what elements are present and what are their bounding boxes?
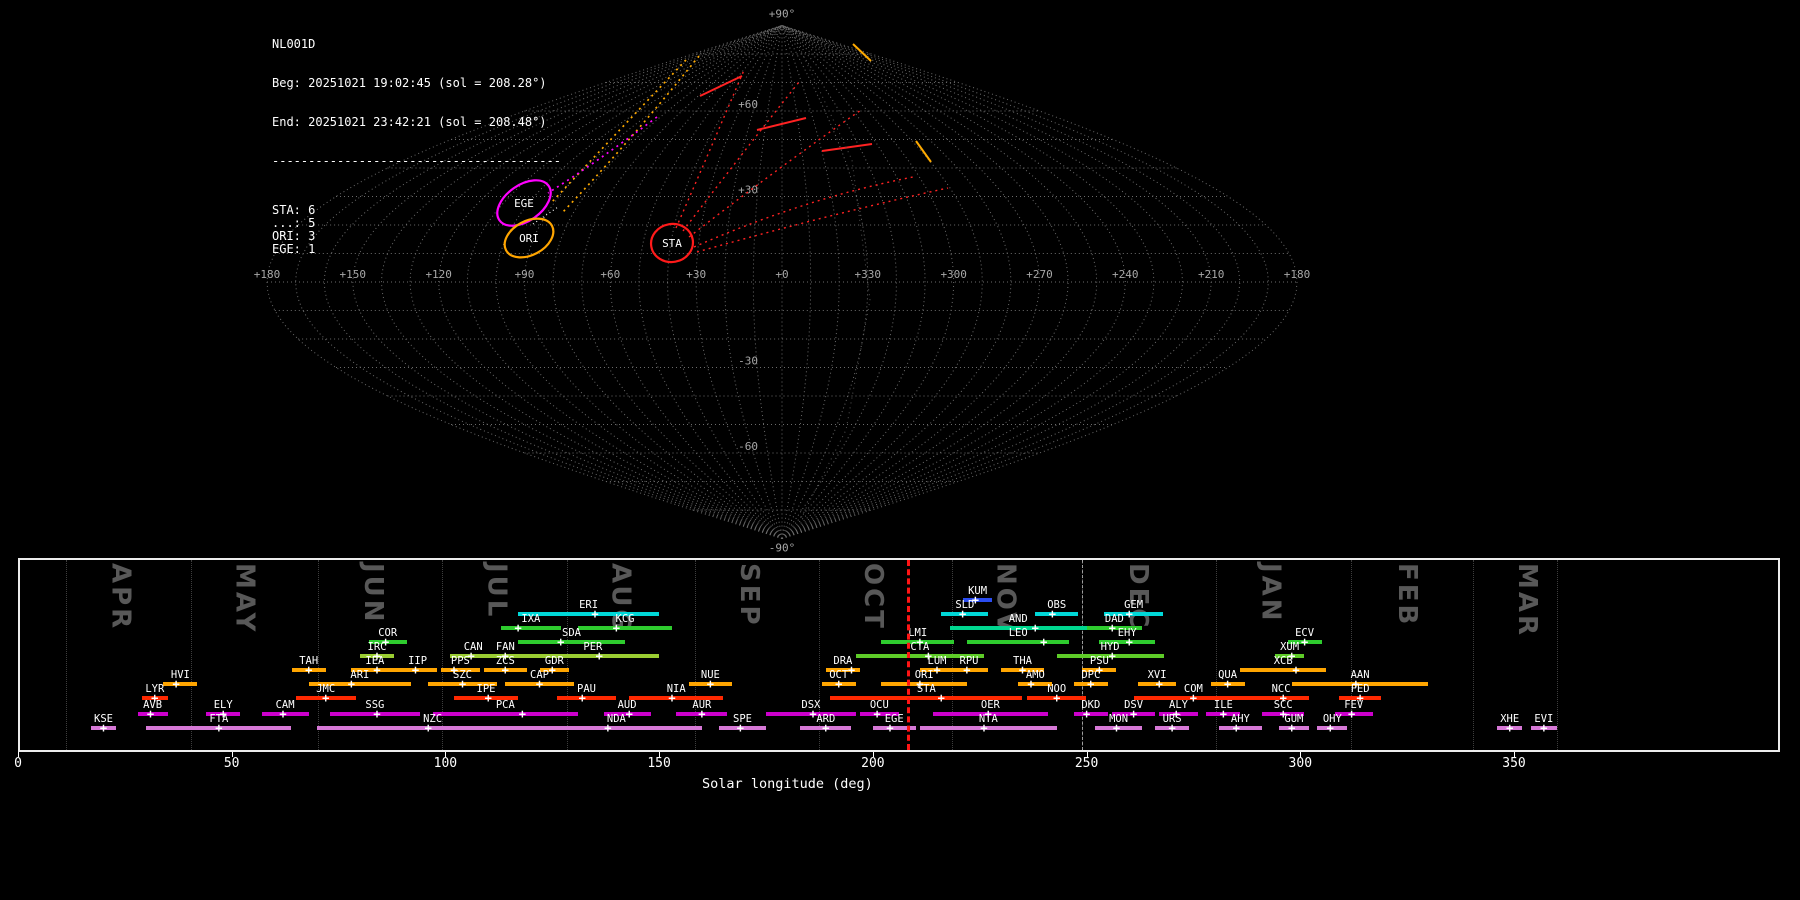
meteor-trail: [676, 70, 744, 228]
sky-meridian: [782, 26, 982, 539]
meteor-trail: [822, 144, 872, 151]
shower-count-list: STA: 6...: 5ORI: 3EGE: 1: [272, 204, 561, 256]
longitude-label: +60: [600, 268, 620, 281]
longitude-label: +240: [1112, 268, 1139, 281]
longitude-label: +210: [1198, 268, 1225, 281]
obs-begin: Beg: 20251021 19:02:45 (sol = 208.28°): [272, 77, 561, 90]
shower-count-line: EGE: 1: [272, 243, 561, 256]
latitude-label: -90°: [769, 542, 796, 555]
radiant-label-sta: STA: [662, 237, 682, 250]
latitude-label: -30: [738, 355, 758, 368]
shower-count-line: STA: 6: [272, 204, 561, 217]
sky-meridian: [782, 26, 868, 539]
longitude-label: +270: [1026, 268, 1053, 281]
sky-projection-map: +180+150+120+90+60+30+0+330+300+270+240+…: [0, 0, 1800, 558]
meteor-trail: [548, 117, 657, 193]
axis-tick-label: 0: [14, 757, 22, 770]
axis-tick-label: 250: [1075, 757, 1098, 770]
longitude-label: +0: [775, 268, 788, 281]
sky-meridian: [782, 26, 1183, 539]
timeline-plot-border: [18, 558, 1780, 752]
axis-tick-label: 200: [861, 757, 884, 770]
station-id: NL001D: [272, 38, 561, 51]
latitude-label: +30: [738, 184, 758, 197]
axis-tick-label: 350: [1502, 757, 1525, 770]
shower-count-line: ORI: 3: [272, 230, 561, 243]
sky-meridian: [782, 26, 839, 539]
axis-tick-label: 150: [647, 757, 670, 770]
meteor-trail: [853, 44, 871, 61]
longitude-label: +30: [686, 268, 706, 281]
axis-tick-label: 100: [434, 757, 457, 770]
x-axis-label: Solar longitude (deg): [702, 776, 873, 792]
latitude-label: +60: [738, 98, 758, 111]
meteor-trail: [694, 177, 913, 247]
header-separator: ----------------------------------------: [272, 155, 561, 168]
latitude-label: -60: [738, 440, 758, 453]
meteor-trail: [561, 56, 699, 214]
meteor-trail: [700, 76, 742, 96]
longitude-label: +300: [940, 268, 967, 281]
meteor-station-plot: +180+150+120+90+60+30+0+330+300+270+240+…: [0, 0, 1800, 900]
meteor-trail: [697, 188, 948, 252]
longitude-label: +330: [855, 268, 882, 281]
meteor-trail: [916, 141, 931, 162]
sky-meridian: [782, 26, 811, 539]
axis-tick-label: 50: [224, 757, 240, 770]
shower-count-line: ...: 5: [272, 217, 561, 230]
obs-end: End: 20251021 23:42:21 (sol = 208.48°): [272, 116, 561, 129]
longitude-label: +180: [1284, 268, 1311, 281]
observation-header: NL001D Beg: 20251021 19:02:45 (sol = 208…: [272, 12, 561, 282]
axis-tick-label: 300: [1289, 757, 1312, 770]
latitude-label: +90°: [769, 8, 796, 21]
